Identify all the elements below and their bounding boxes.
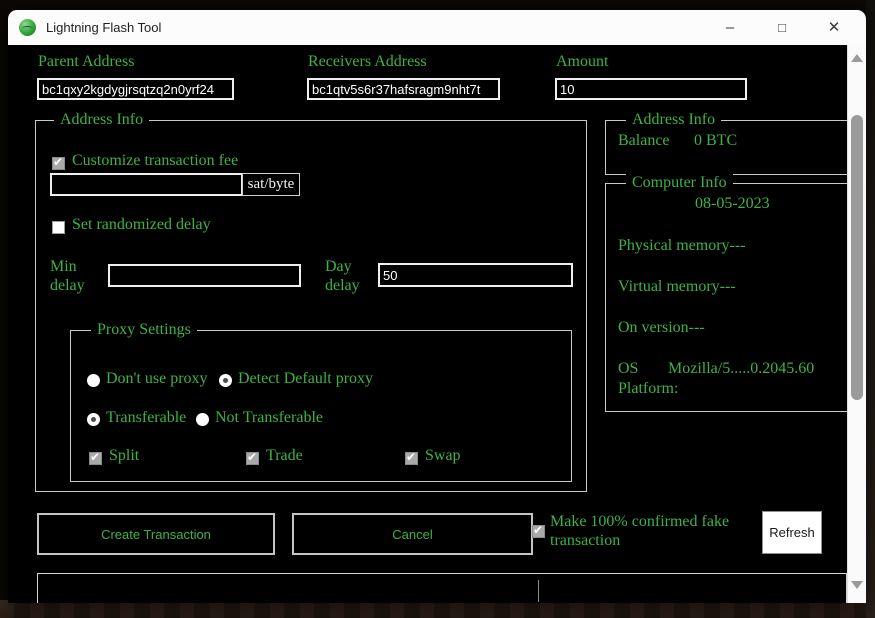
app-window: Lightning Flash Tool – □ ✕ Parent Addres… (8, 10, 866, 603)
dont-use-proxy-label: Don't use proxy (106, 370, 208, 388)
app-icon (19, 19, 36, 36)
customize-fee-label: Customize transaction fee (72, 152, 238, 170)
amount-input[interactable] (555, 78, 747, 100)
balance-label: Balance (618, 132, 670, 150)
balance-value: 0 BTC (694, 132, 737, 150)
balance-group-title: Address Info (626, 111, 721, 129)
fake-transaction-label: Make 100% confirmed fake transaction (550, 512, 758, 550)
window-controls: – □ ✕ (704, 10, 860, 45)
fee-unit-label: sat/byte (242, 173, 300, 196)
trade-label: Trade (266, 447, 303, 465)
parent-address-input[interactable] (37, 78, 234, 100)
platform-label: Platform: (618, 380, 678, 398)
split-checkbox[interactable] (89, 452, 102, 465)
scroll-down-icon[interactable] (851, 581, 863, 589)
cancel-button[interactable]: Cancel (292, 513, 533, 555)
detect-default-proxy-label: Detect Default proxy (238, 370, 373, 388)
transferable-radio[interactable] (87, 413, 100, 426)
address-info-group-title: Address Info (54, 111, 149, 129)
text-caret (538, 580, 539, 602)
os-label: OS (618, 360, 638, 378)
detect-default-proxy-radio[interactable] (219, 374, 232, 387)
randomized-delay-checkbox[interactable] (52, 221, 65, 234)
scroll-up-icon[interactable] (851, 54, 863, 62)
min-delay-input[interactable] (108, 264, 301, 287)
proxy-settings-group: Proxy Settings (70, 330, 572, 482)
proxy-settings-title: Proxy Settings (91, 321, 197, 339)
randomized-delay-label: Set randomized delay (72, 216, 211, 234)
min-delay-label: Min delay (50, 257, 100, 295)
window-title: Lightning Flash Tool (46, 20, 161, 35)
trade-checkbox[interactable] (246, 452, 259, 465)
computer-info-date: 08-05-2023 (695, 195, 770, 213)
not-transferable-label: Not Transferable (215, 409, 323, 427)
not-transferable-radio[interactable] (196, 413, 209, 426)
receivers-address-input[interactable] (307, 78, 500, 100)
output-textbox[interactable] (37, 573, 847, 603)
split-label: Split (109, 447, 139, 465)
os-value: Mozilla/5.....0.2045.60 (668, 360, 814, 378)
maximize-icon[interactable]: □ (756, 10, 808, 45)
vertical-scrollbar[interactable] (847, 45, 866, 603)
on-version-line: On version--- (618, 319, 705, 337)
computer-info-title: Computer Info (626, 174, 733, 192)
desktop-wallpaper-edge (866, 0, 875, 618)
titlebar: Lightning Flash Tool – □ ✕ (8, 10, 866, 45)
swap-checkbox[interactable] (405, 452, 418, 465)
physical-memory-line: Physical memory--- (618, 237, 746, 255)
swap-label: Swap (425, 447, 461, 465)
day-delay-label: Day delay (325, 257, 375, 295)
scrollbar-thumb[interactable] (851, 115, 863, 400)
customize-fee-checkbox[interactable] (52, 157, 65, 170)
fake-transaction-checkbox[interactable] (532, 525, 545, 538)
minimize-icon[interactable]: – (704, 10, 756, 45)
client-area: Parent Address Receivers Address Amount … (8, 45, 866, 603)
day-delay-input[interactable] (378, 263, 573, 287)
close-icon[interactable]: ✕ (808, 10, 860, 45)
fee-input[interactable] (50, 173, 243, 196)
create-transaction-button[interactable]: Create Transaction (37, 513, 275, 555)
parent-address-label: Parent Address (38, 53, 134, 71)
receivers-address-label: Receivers Address (308, 53, 427, 71)
dont-use-proxy-radio[interactable] (87, 374, 100, 387)
virtual-memory-line: Virtual memory--- (618, 278, 736, 296)
amount-label: Amount (556, 53, 608, 71)
transferable-label: Transferable (106, 409, 186, 427)
refresh-button[interactable]: Refresh (762, 511, 822, 554)
